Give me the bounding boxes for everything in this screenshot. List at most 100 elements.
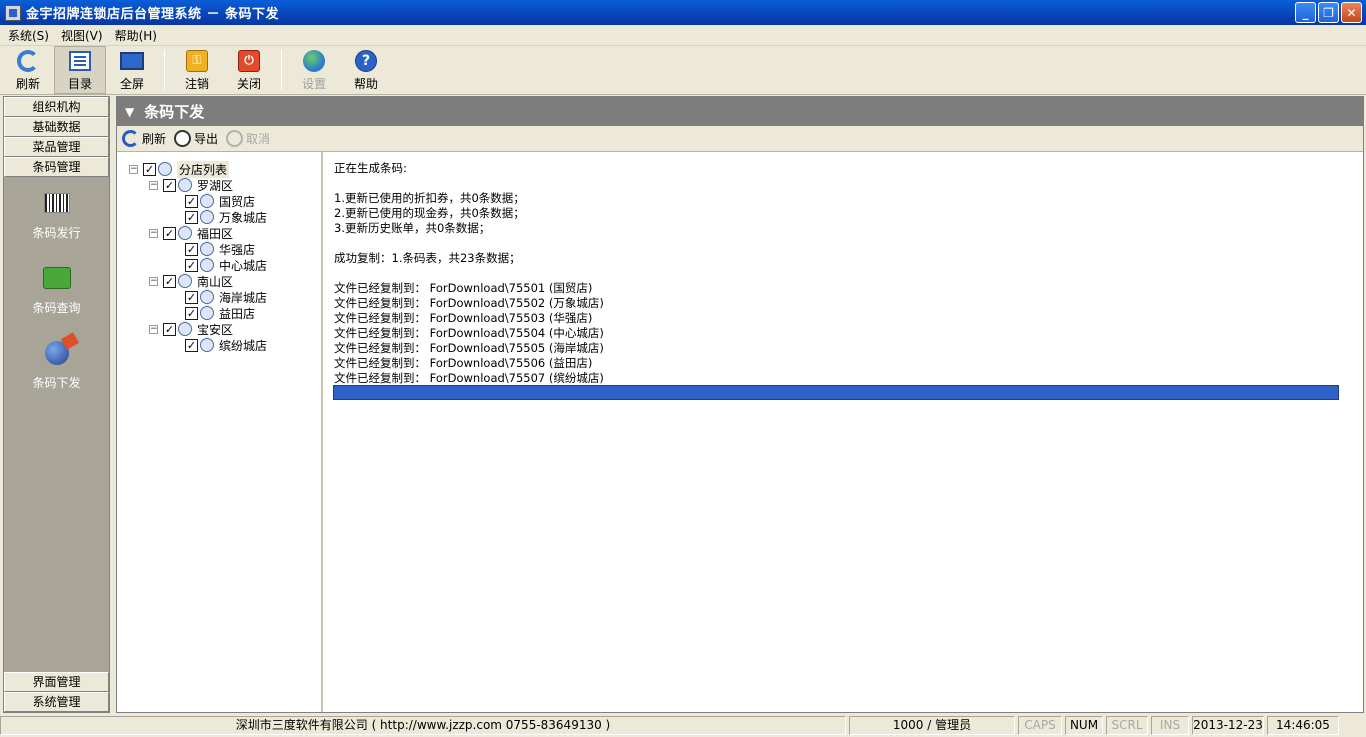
tree-checkbox[interactable]: ✓	[163, 178, 176, 192]
cancel-icon	[226, 130, 244, 147]
tree-node-store[interactable]: ✓ 中心城店	[185, 257, 267, 273]
store-icon	[200, 338, 214, 352]
tree-node-root[interactable]: − ✓ 分店列表	[129, 160, 230, 178]
refresh-icon	[122, 130, 139, 147]
panel-cancel-button[interactable]: 取消	[226, 130, 270, 147]
status-user: 1000 / 管理员	[849, 716, 1015, 735]
window-controls: _ ❐ ✕	[1295, 2, 1362, 23]
tree-node-store[interactable]: ✓ 华强店	[185, 241, 255, 257]
nav-category-interface[interactable]: 界面管理	[4, 672, 109, 692]
tree-node-store[interactable]: ✓ 益田店	[185, 305, 255, 321]
log-heading: 正在生成条码:	[334, 161, 407, 175]
toolbar-separator	[281, 50, 282, 90]
directory-button[interactable]: 目录	[54, 46, 106, 94]
tree-store-label: 国贸店	[219, 194, 256, 209]
menu-system[interactable]: 系统(S)	[2, 27, 55, 44]
tree-root-label: 分店列表	[177, 160, 230, 178]
panel-title: 条码下发	[144, 103, 205, 121]
fullscreen-icon	[120, 51, 144, 70]
collapse-icon[interactable]: −	[149, 276, 158, 286]
refresh-label: 刷新	[15, 76, 40, 91]
tree-checkbox[interactable]: ✓	[163, 274, 176, 288]
store-tree: − ✓ 分店列表 − ✓ 罗湖区 ✓ 国贸店 ✓ 万象城店 − ✓ 福田区 ✓ …	[117, 152, 323, 712]
log-line: 文件已经复制到： ForDownload\75501 (国贸店)	[334, 281, 593, 295]
logout-label: 注销	[184, 76, 209, 91]
refresh-button[interactable]: 刷新	[2, 46, 54, 94]
log-line: 文件已经复制到： ForDownload\75502 (万象城店)	[334, 296, 604, 310]
tree-store-label: 益田店	[219, 306, 256, 321]
collapse-icon[interactable]: −	[129, 164, 138, 174]
district-icon	[178, 322, 192, 336]
help-button[interactable]: ? 帮助	[340, 46, 392, 94]
tree-checkbox[interactable]: ✓	[185, 338, 198, 352]
store-icon	[200, 258, 214, 272]
menu-help[interactable]: 帮助(H)	[109, 27, 163, 44]
help-label: 帮助	[353, 76, 378, 91]
collapse-icon[interactable]: −	[149, 180, 158, 190]
globe-icon	[303, 49, 325, 72]
panel-refresh-label: 刷新	[142, 132, 167, 146]
store-icon	[200, 242, 214, 256]
nav-tool-barcode-query[interactable]: 条码查询	[4, 252, 109, 327]
tree-checkbox[interactable]: ✓	[185, 242, 198, 256]
main-panel: ▼ 条码下发 刷新 导出 取消 − ✓ 分店列表 − ✓ 罗湖区 ✓ 国贸店 ✓…	[116, 96, 1364, 713]
scanner-icon	[42, 267, 71, 289]
panel-export-button[interactable]: 导出	[174, 130, 218, 147]
app-icon[interactable]	[5, 4, 21, 21]
status-scrl: SCRL	[1106, 716, 1148, 735]
tree-district-label: 南山区	[197, 274, 234, 289]
tree-checkbox[interactable]: ✓	[185, 306, 198, 320]
close-button[interactable]: ✕	[1341, 2, 1362, 23]
district-icon	[178, 274, 192, 288]
panel-export-label: 导出	[194, 132, 219, 146]
district-icon	[178, 226, 192, 240]
panel-header: ▼ 条码下发	[117, 97, 1363, 126]
close-app-button[interactable]: ⏻ 关闭	[223, 46, 275, 94]
tree-checkbox[interactable]: ✓	[143, 162, 156, 176]
collapse-icon[interactable]: −	[149, 228, 158, 238]
store-icon	[200, 194, 214, 208]
log-gap	[334, 266, 1363, 281]
tree-checkbox[interactable]: ✓	[185, 210, 198, 224]
logout-key-icon: ⚿	[186, 49, 208, 72]
panel-toolbar: 刷新 导出 取消	[117, 126, 1363, 152]
nav-tool-barcode-send[interactable]: 条码下发	[4, 327, 109, 402]
fullscreen-label: 全屏	[119, 76, 144, 91]
tree-checkbox[interactable]: ✓	[163, 226, 176, 240]
nav-category-system[interactable]: 系统管理	[4, 692, 109, 712]
tree-node-district[interactable]: − ✓ 罗湖区	[149, 177, 233, 193]
log-line: 文件已经复制到： ForDownload\75504 (中心城店)	[334, 326, 604, 340]
maximize-button[interactable]: ❐	[1318, 2, 1339, 23]
tree-node-district[interactable]: − ✓ 南山区	[149, 273, 233, 289]
window-title: 金宇招牌连锁店后台管理系统 － 条码下发	[26, 7, 280, 22]
tree-checkbox[interactable]: ✓	[185, 258, 198, 272]
logout-button[interactable]: ⚿ 注销	[171, 46, 223, 94]
tree-checkbox[interactable]: ✓	[185, 290, 198, 304]
log-line: 文件已经复制到： ForDownload\75507 (缤纷城店)	[334, 371, 604, 385]
tree-node-store[interactable]: ✓ 海岸城店	[185, 289, 267, 305]
settings-button[interactable]: 设置	[288, 46, 340, 94]
menu-bar: 系统(S) 视图(V) 帮助(H)	[0, 25, 1366, 46]
tree-node-district[interactable]: − ✓ 福田区	[149, 225, 233, 241]
main-toolbar: 刷新 目录 全屏 ⚿ 注销 ⏻ 关闭 设置 ? 帮助	[0, 46, 1366, 95]
nav-tool-label: 条码下发	[32, 376, 81, 390]
close-app-label: 关闭	[236, 76, 261, 91]
tree-node-district[interactable]: − ✓ 宝安区	[149, 321, 233, 337]
nav-category-organization[interactable]: 组织机构	[4, 97, 109, 117]
collapse-icon[interactable]: −	[149, 324, 158, 334]
tree-checkbox[interactable]: ✓	[163, 322, 176, 336]
nav-tool-barcode-issue[interactable]: 条码发行	[4, 177, 109, 252]
nav-category-barcode[interactable]: 条码管理	[4, 157, 109, 177]
log-output[interactable]: 正在生成条码: 1.更新已使用的折扣券，共0条数据； 2.更新已使用的现金券，共…	[325, 152, 1363, 712]
tree-node-store[interactable]: ✓ 国贸店	[185, 193, 255, 209]
tree-node-store[interactable]: ✓ 缤纷城店	[185, 337, 267, 353]
minimize-button[interactable]: _	[1295, 2, 1316, 23]
tree-node-store[interactable]: ✓ 万象城店	[185, 209, 267, 225]
fullscreen-button[interactable]: 全屏	[106, 46, 158, 94]
nav-category-base-data[interactable]: 基础数据	[4, 117, 109, 137]
menu-view[interactable]: 视图(V)	[55, 27, 109, 44]
panel-refresh-button[interactable]: 刷新	[122, 130, 166, 147]
nav-category-dishes[interactable]: 菜品管理	[4, 137, 109, 157]
tree-checkbox[interactable]: ✓	[185, 194, 198, 208]
directory-label: 目录	[67, 76, 92, 91]
